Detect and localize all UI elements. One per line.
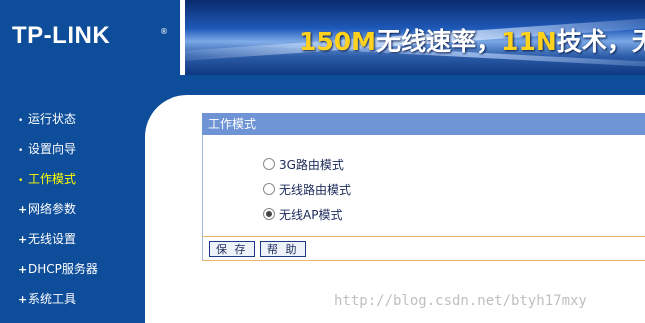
- sidebar-item-work-mode[interactable]: • 工作模式: [18, 170, 76, 187]
- radio-option-3g-router[interactable]: 3G路由模式: [263, 156, 344, 173]
- sidebar-item-system-tools[interactable]: +系统工具: [18, 290, 76, 307]
- radio-label: 无线AP模式: [279, 208, 343, 222]
- sidebar: • 运行状态 • 设置向导 • 工作模式 +网络参数 +无线设置 +DHCP服务器 +…: [0, 95, 145, 323]
- panel-title: 工作模式: [202, 113, 645, 135]
- sidebar-item-label: 运行状态: [28, 112, 77, 126]
- header-bottom-bar: [0, 75, 645, 95]
- logo-block: TP-LINK ®: [0, 0, 180, 75]
- sidebar-item-setup-wizard[interactable]: • 设置向导: [18, 140, 76, 157]
- registered-mark: ®: [160, 27, 168, 36]
- sidebar-item-label: 无线设置: [28, 232, 77, 246]
- button-bar: 保 存 帮 助: [202, 236, 645, 261]
- sidebar-item-label: DHCP服务器: [28, 262, 98, 276]
- expand-plus-icon: +: [18, 203, 28, 216]
- sidebar-item-dhcp[interactable]: +DHCP服务器: [18, 260, 98, 277]
- radio-button-icon[interactable]: [263, 208, 275, 220]
- slogan-text: 无线速率，: [376, 27, 502, 56]
- banner-slogan: 150M无线速率，11N技术，无: [299, 22, 645, 58]
- sidebar-item-label: 网络参数: [28, 202, 77, 216]
- work-mode-panel: 工作模式 3G路由模式 无线路由模式 无线AP模式 保 存 帮 助: [202, 113, 645, 261]
- expand-plus-icon: +: [18, 263, 28, 276]
- radio-button-icon[interactable]: [263, 158, 275, 170]
- save-button[interactable]: 保 存: [209, 241, 255, 257]
- header-banner: 150M无线速率，11N技术，无: [185, 0, 645, 75]
- sidebar-item-label: 设置向导: [28, 142, 77, 156]
- panel-body: 3G路由模式 无线路由模式 无线AP模式: [202, 135, 645, 249]
- bullet-icon: •: [18, 146, 24, 156]
- sidebar-item-label: 系统工具: [28, 292, 77, 306]
- expand-plus-icon: +: [18, 233, 28, 246]
- slogan-text: 技术，无: [556, 27, 645, 56]
- tp-link-logo: TP-LINK: [12, 22, 111, 49]
- bullet-icon: •: [18, 116, 24, 126]
- sidebar-item-wireless[interactable]: +无线设置: [18, 230, 76, 247]
- sidebar-item-label: 工作模式: [28, 172, 77, 186]
- slogan-standard: 11N: [501, 27, 557, 56]
- sidebar-item-running-status[interactable]: • 运行状态: [18, 110, 76, 127]
- radio-option-wireless-ap[interactable]: 无线AP模式: [263, 206, 342, 223]
- radio-label: 3G路由模式: [279, 158, 344, 172]
- bullet-icon: •: [18, 176, 24, 186]
- watermark: http://blog.csdn.net/btyh17mxy: [334, 293, 587, 309]
- expand-plus-icon: +: [18, 293, 28, 306]
- slogan-speed: 150M: [299, 27, 377, 56]
- sidebar-item-network[interactable]: +网络参数: [18, 200, 76, 217]
- help-button[interactable]: 帮 助: [260, 241, 306, 257]
- radio-button-icon[interactable]: [263, 183, 275, 195]
- radio-label: 无线路由模式: [279, 183, 352, 197]
- radio-option-wireless-router[interactable]: 无线路由模式: [263, 181, 351, 198]
